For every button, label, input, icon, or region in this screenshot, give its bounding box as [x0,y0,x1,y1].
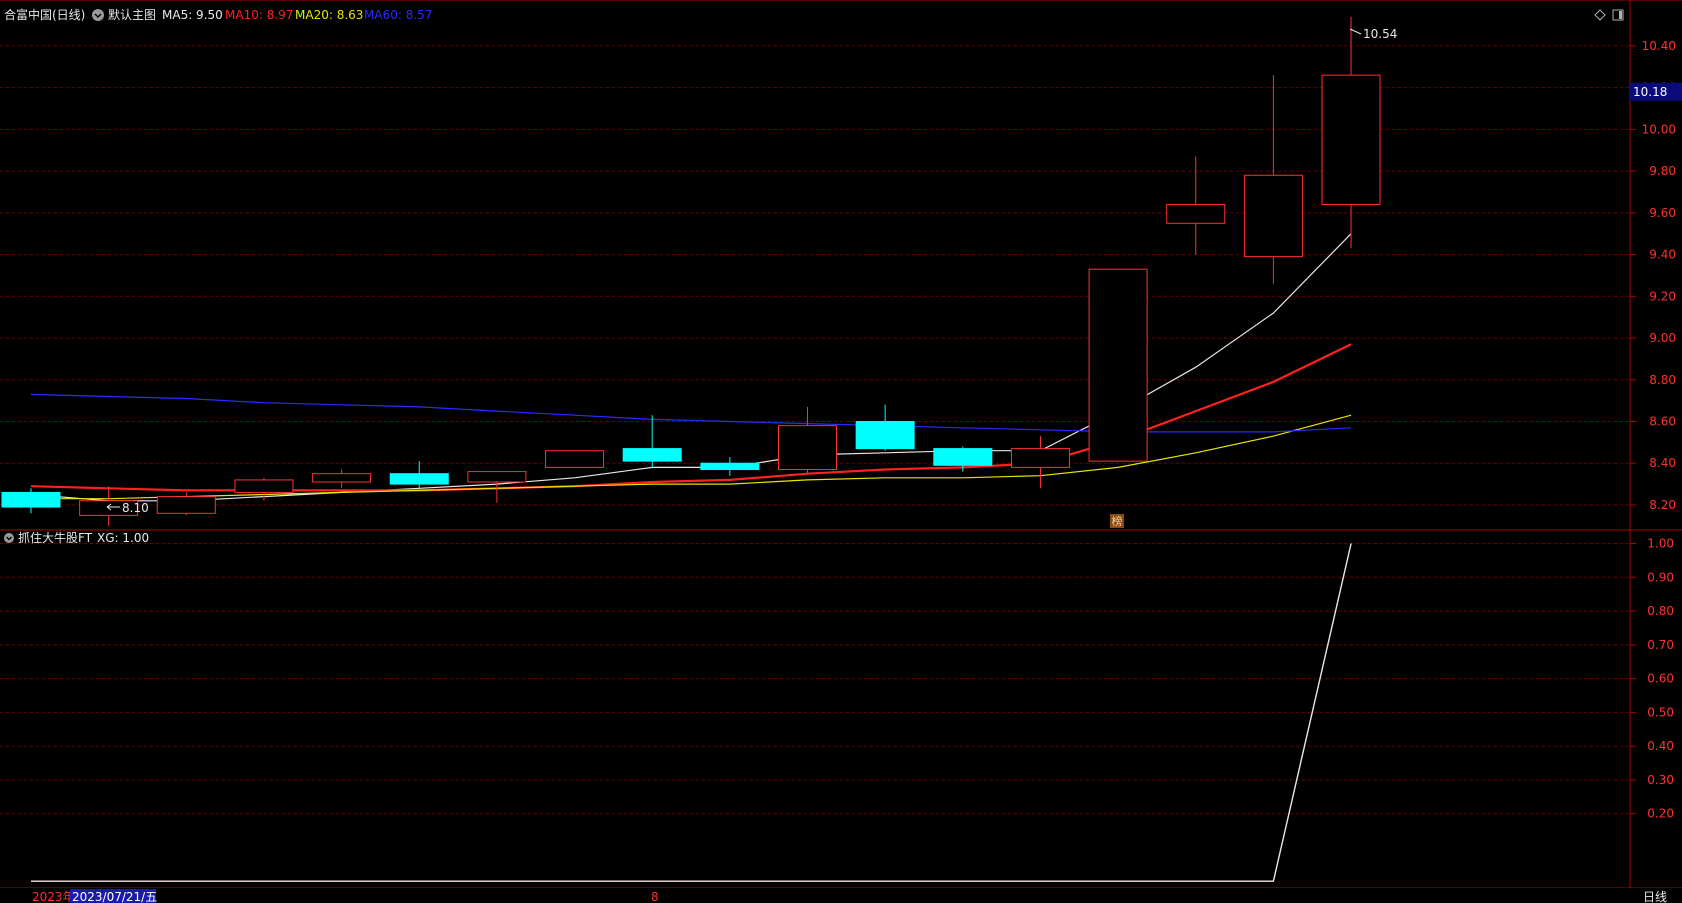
ma60-label: MA60: 8.57 [364,8,432,22]
stock-chart: 8.20 8.40 8.60 8.80 9.00 9.20 9.40 9.60 9.80 10.0… [0,0,1682,903]
y-tick-label: 8.80 [1649,373,1676,387]
y-tick-label: 0.40 [1647,739,1674,753]
y-tick-label: 0.50 [1647,705,1674,719]
event-badge[interactable]: 榜 [1110,514,1124,528]
y-tick-label: 0.80 [1647,604,1674,618]
month-label: 8 [651,890,659,903]
candle-body [700,462,760,470]
y-tick-label: 0.30 [1647,773,1674,787]
cursor-date: 2023/07/21/五 [72,890,157,903]
candle-body [545,450,605,468]
indicator-title[interactable]: 抓住大牛股FT [18,530,93,545]
y-tick-label: 1.00 [1647,537,1674,551]
candle-body [467,471,527,483]
y-tick-label: 9.00 [1649,331,1676,345]
diamond-icon[interactable] [1594,9,1606,21]
chart-frame [0,0,1682,889]
candle-body [778,425,837,470]
candle-body [389,473,449,485]
y-tick-label: 9.40 [1649,248,1676,262]
panel-toggle-icon[interactable] [1612,9,1624,21]
candle-body [156,496,216,514]
candle-body [855,420,915,450]
year-label: 2023年 [32,890,75,903]
ma10-label: MA10: 8.97 [225,8,293,22]
candle [1166,156,1226,255]
y-tick-label: 0.90 [1647,570,1674,584]
template-dropdown-icon[interactable] [92,9,104,21]
high-arrow-icon [1349,28,1362,35]
y-tick-label: 9.80 [1649,164,1676,178]
candle-body [234,479,294,493]
candle [700,456,760,476]
indicator-dropdown-icon[interactable] [4,533,14,543]
candle [1321,16,1381,249]
candle-body [622,448,682,462]
y-tick-label: 0.60 [1647,672,1674,686]
ma-line-ma10 [30,343,1352,492]
candle [312,469,372,489]
candle [1088,268,1148,462]
candle [855,404,915,451]
low-price-note: 8.10 [122,501,149,515]
candle [389,461,449,489]
event-badge-label: 榜 [1112,514,1123,528]
candle-body [312,473,372,483]
period-label[interactable]: 日线 [1643,890,1667,903]
y-tick-label: 8.40 [1649,456,1676,470]
candles [1,16,1381,526]
current-price-tag: 10.18 [1630,82,1682,101]
candle [1,488,61,514]
y-tick-label: 10.40 [1642,39,1676,53]
y-tick-label: 9.60 [1649,206,1676,220]
candle-body [933,448,993,466]
high-price-note: 10.54 [1363,27,1397,41]
y-tick-label: 0.70 [1647,638,1674,652]
candle [1243,75,1303,284]
candle-body [1088,268,1148,462]
candle [1010,436,1070,489]
candle-body [1,491,61,508]
y-tick-label: 8.60 [1649,414,1676,428]
y-tick-label: 0.20 [1647,807,1674,821]
y-tick-label: 10.00 [1642,122,1676,136]
stock-title: 合富中国(日线) [4,7,85,22]
y-tick-label: 8.20 [1649,498,1676,512]
candle [778,406,837,474]
candle [545,450,605,468]
candle-body [1243,174,1303,258]
current-price: 10.18 [1633,85,1667,99]
candle-body [1321,74,1381,205]
template-label[interactable]: 默认主图 [108,7,156,22]
candle [622,415,682,468]
indicator-value: XG: 1.00 [97,531,149,545]
y-axis: 8.20 8.40 8.60 8.80 9.00 9.20 9.40 9.60 9.80 10.0… [1630,39,1676,821]
moving-averages [30,233,1352,502]
y-tick-label: 9.20 [1649,289,1676,303]
candle-body [1166,203,1226,224]
ma20-label: MA20: 8.63 [295,8,363,22]
ma5-label: MA5: 9.50 [162,8,223,22]
candle-body [1010,448,1070,468]
